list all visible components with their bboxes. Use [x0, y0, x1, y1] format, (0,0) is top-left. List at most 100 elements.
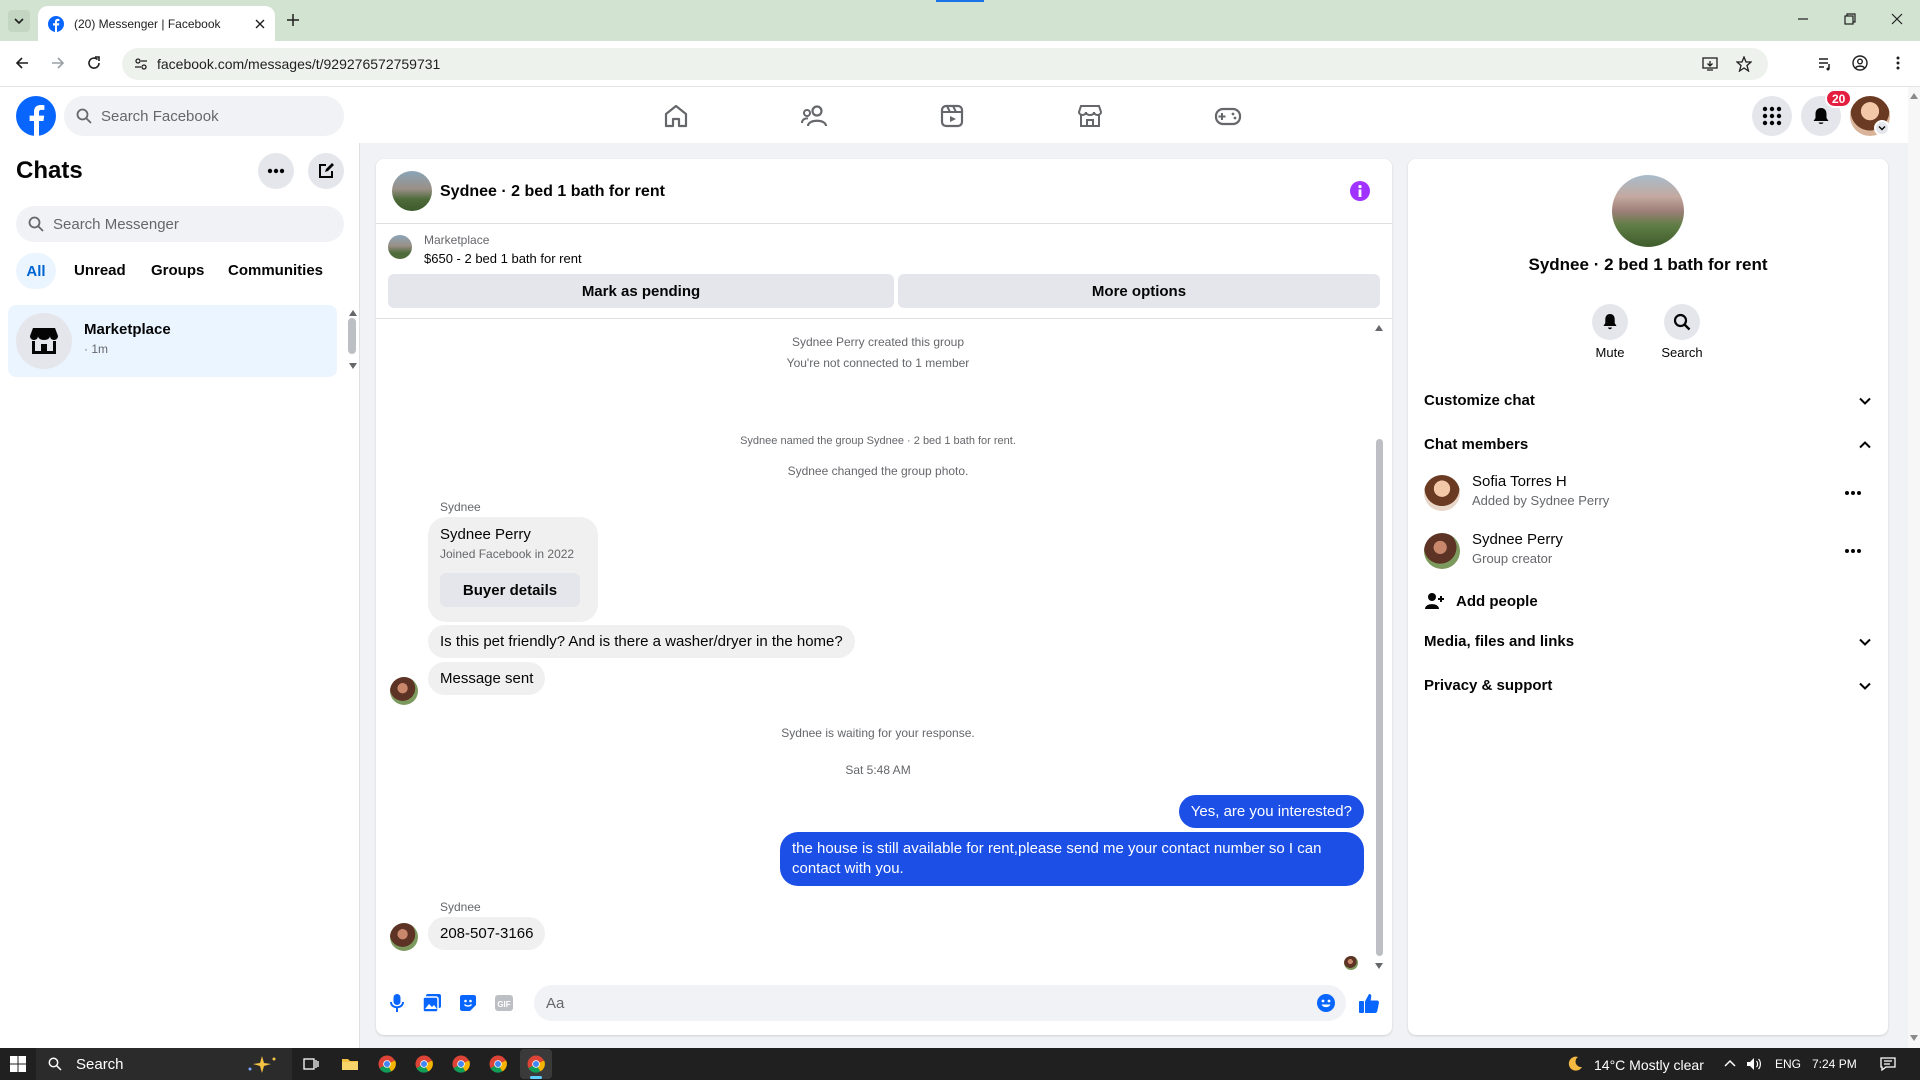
thumbs-up-icon[interactable]	[1358, 992, 1380, 1014]
incoming-message[interactable]: 208-507-3166	[428, 917, 546, 950]
nav-video[interactable]	[936, 100, 968, 132]
close-window-button[interactable]	[1890, 12, 1904, 26]
bookmark-star-icon[interactable]	[1736, 56, 1752, 72]
browser-tab[interactable]: (20) Messenger | Facebook	[38, 6, 275, 41]
incoming-message[interactable]: Message sent	[428, 662, 546, 695]
chat-list-item[interactable]: Marketplace · 1m	[8, 305, 337, 377]
more-dots-icon[interactable]	[1844, 490, 1862, 496]
facebook-logo-icon[interactable]	[16, 96, 56, 136]
listing-title[interactable]: $650 - 2 bed 1 bath for rent	[424, 251, 582, 266]
privacy-support-label: Privacy & support	[1424, 677, 1553, 694]
nav-marketplace[interactable]	[1074, 100, 1106, 132]
message-scrollbar[interactable]	[1376, 439, 1383, 956]
microphone-icon[interactable]	[388, 993, 406, 1013]
member-row[interactable]: Sydnee Perry Group creator	[1424, 531, 1872, 571]
install-app-icon[interactable]	[1702, 56, 1718, 72]
nav-gaming[interactable]	[1212, 100, 1244, 132]
filter-groups[interactable]: Groups	[151, 262, 204, 279]
chrome-icon[interactable]	[415, 1055, 433, 1073]
customize-chat-row[interactable]: Customize chat	[1424, 392, 1872, 409]
group-photo[interactable]	[1612, 175, 1684, 247]
more-dots-icon[interactable]	[1844, 548, 1862, 554]
buyer-details-button[interactable]: Buyer details	[440, 573, 580, 607]
account-chevron[interactable]	[1874, 120, 1890, 136]
filter-unread[interactable]: Unread	[74, 262, 126, 279]
browser-menu-icon[interactable]	[1890, 55, 1906, 71]
marketplace-avatar	[16, 313, 72, 369]
privacy-support-row[interactable]: Privacy & support	[1424, 677, 1872, 694]
forward-arrow-icon[interactable]	[50, 55, 66, 71]
address-bar[interactable]: facebook.com/messages/t/929276572759731	[122, 48, 1768, 80]
chevron-up-icon[interactable]	[1724, 1059, 1736, 1067]
minimize-icon	[1798, 18, 1808, 20]
minimize-button[interactable]	[1796, 12, 1810, 26]
site-info-icon[interactable]	[134, 57, 148, 71]
new-tab-button[interactable]	[283, 10, 303, 30]
add-people-row[interactable]: Add people	[1424, 589, 1872, 613]
conversation-title[interactable]: Sydnee · 2 bed 1 bath for rent	[440, 183, 665, 201]
messenger-search-input[interactable]: Search Messenger	[16, 206, 344, 242]
task-view-icon[interactable]	[303, 1056, 319, 1072]
conversation-info-button[interactable]	[1350, 181, 1370, 201]
close-tab-icon[interactable]	[255, 19, 265, 29]
conversation-avatar[interactable]	[392, 171, 432, 211]
sticker-icon[interactable]	[458, 993, 478, 1013]
chats-options-button[interactable]	[258, 153, 294, 189]
filter-communities[interactable]: Communities	[228, 262, 323, 279]
page-scrollbar[interactable]	[1908, 87, 1920, 1048]
mark-as-pending-button[interactable]: Mark as pending	[388, 274, 894, 308]
chat-list-scrollbar[interactable]	[348, 318, 356, 354]
moon-weather-icon[interactable]	[1566, 1055, 1584, 1073]
nav-home[interactable]	[660, 100, 692, 132]
outgoing-message[interactable]: Yes, are you interested?	[1178, 795, 1364, 828]
volume-icon[interactable]	[1746, 1056, 1762, 1072]
tab-list-button[interactable]	[8, 10, 30, 32]
media-files-links-row[interactable]: Media, files and links	[1424, 633, 1872, 650]
windows-start-icon[interactable]	[10, 1056, 26, 1072]
message-composer-input[interactable]: Aa	[534, 985, 1346, 1021]
new-message-button[interactable]	[308, 153, 344, 189]
member-row[interactable]: Sofia Torres H Added by Sydnee Perry	[1424, 473, 1872, 513]
back-arrow-icon[interactable]	[14, 55, 30, 71]
chrome-icon[interactable]	[489, 1055, 507, 1073]
clock-time[interactable]: 7:24 PM	[1812, 1057, 1857, 1071]
language-indicator[interactable]: ENG	[1775, 1057, 1801, 1071]
nav-friends[interactable]	[798, 100, 830, 132]
more-options-button[interactable]: More options	[898, 274, 1380, 308]
scroll-up-icon[interactable]	[1375, 325, 1383, 331]
scroll-up-icon[interactable]	[1910, 93, 1918, 99]
weather-text[interactable]: 14°C Mostly clear	[1594, 1057, 1704, 1073]
profile-icon[interactable]	[1852, 55, 1868, 71]
search-in-conversation-button[interactable]	[1664, 304, 1700, 340]
photo-icon[interactable]	[422, 993, 442, 1013]
mute-button[interactable]	[1592, 304, 1628, 340]
reload-icon[interactable]	[86, 55, 102, 71]
file-explorer-icon[interactable]	[341, 1056, 359, 1072]
facebook-search-input[interactable]: Search Facebook	[64, 96, 344, 136]
chat-members-row[interactable]: Chat members	[1424, 436, 1872, 453]
url-text: facebook.com/messages/t/929276572759731	[157, 56, 441, 72]
gif-icon[interactable]: GIF	[494, 993, 514, 1013]
taskbar-search[interactable]: Search	[36, 1048, 292, 1080]
active-app-highlight[interactable]	[520, 1049, 552, 1079]
emoji-icon[interactable]	[1316, 993, 1336, 1013]
scroll-down-icon[interactable]	[1910, 1035, 1918, 1041]
chrome-icon[interactable]	[452, 1055, 470, 1073]
media-controls-icon[interactable]	[1817, 55, 1833, 71]
scroll-down-icon[interactable]	[349, 363, 357, 369]
notification-center-icon[interactable]	[1880, 1056, 1896, 1072]
menu-button[interactable]	[1752, 96, 1792, 136]
restore-button[interactable]	[1843, 12, 1857, 26]
chat-item-name: Marketplace	[84, 321, 171, 338]
listing-thumbnail[interactable]	[388, 235, 412, 259]
filter-all[interactable]: All	[16, 253, 56, 289]
incoming-message[interactable]: Is this pet friendly? And is there a was…	[428, 625, 855, 658]
chats-title: Chats	[16, 157, 83, 184]
grid-menu-icon	[1762, 106, 1782, 126]
chevron-down-icon	[1859, 638, 1871, 646]
scroll-down-icon[interactable]	[1375, 963, 1383, 969]
scroll-up-icon[interactable]	[349, 310, 357, 316]
messenger-search-placeholder: Search Messenger	[53, 215, 179, 233]
chrome-icon[interactable]	[378, 1055, 396, 1073]
outgoing-message[interactable]: the house is still available for rent,pl…	[780, 832, 1364, 886]
